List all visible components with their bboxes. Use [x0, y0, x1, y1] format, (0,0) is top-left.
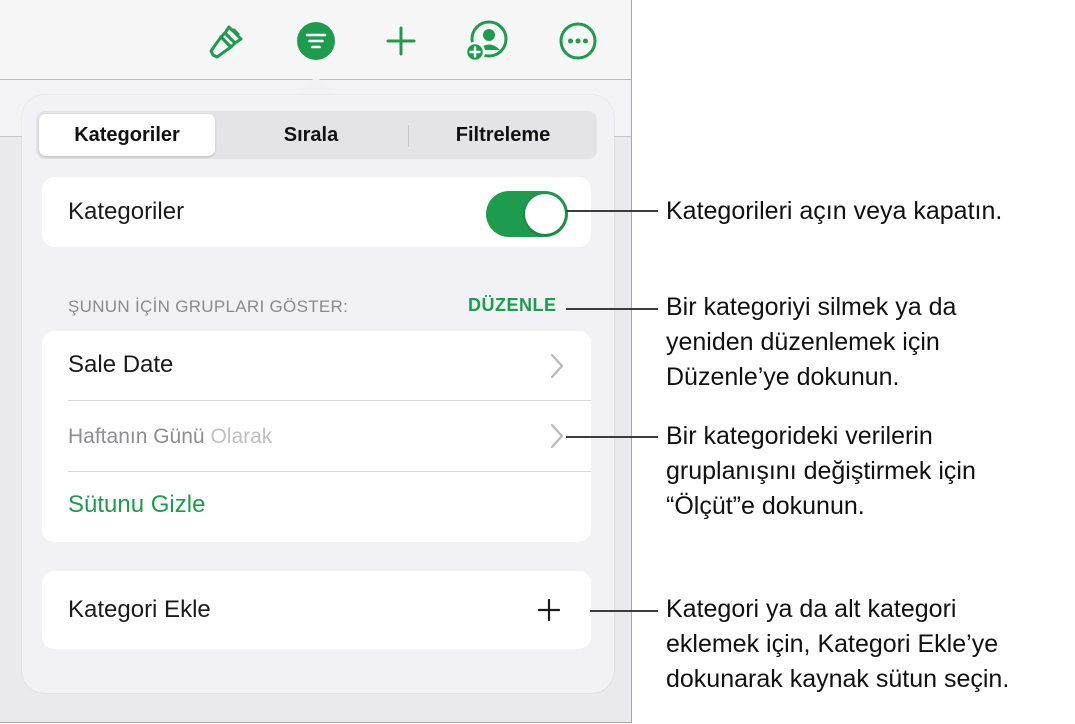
chevron-right-icon — [550, 353, 564, 379]
plus-icon — [386, 26, 416, 56]
organize-button[interactable] — [292, 17, 340, 65]
tab-sort[interactable]: Sırala — [218, 114, 404, 156]
popover-arrow — [296, 76, 336, 96]
tab-categories-label: Kategoriler — [74, 123, 180, 146]
more-icon — [559, 22, 597, 60]
tab-filter-label: Filtreleme — [455, 123, 551, 146]
callout-text-line: Bir kategoriyi silmek ya da — [666, 293, 957, 321]
group-card: Sale Date Haftanın Günü Olarak Sütunu Gi… — [42, 331, 591, 542]
collaborate-button[interactable] — [463, 17, 511, 65]
tab-segmented-control: Kategoriler Sırala Filtreleme — [36, 111, 597, 159]
edit-button[interactable]: DÜZENLE — [468, 295, 557, 316]
categories-toggle-label: Kategoriler — [68, 198, 185, 225]
add-icon — [538, 599, 560, 621]
callout-text-line: “Ölçüt”e dokunun. — [666, 492, 865, 520]
callout-text-line: Kategori ya da alt kategori — [666, 595, 957, 623]
toolbar — [0, 0, 631, 80]
callout-text-line: yeniden düzenlemek için — [666, 328, 940, 356]
callout-grouping: Bir kategorideki verilerin gruplanışını … — [666, 419, 976, 524]
callout-add: Kategori ya da alt kategori eklemek için… — [666, 592, 1009, 697]
more-button[interactable] — [554, 17, 602, 65]
tab-categories[interactable]: Kategoriler — [39, 114, 215, 156]
insert-button[interactable] — [377, 17, 425, 65]
add-category-label: Kategori Ekle — [68, 596, 211, 623]
format-button[interactable] — [203, 17, 251, 65]
segment-divider — [408, 125, 409, 147]
hide-column-button[interactable]: Sütunu Gizle — [68, 491, 205, 519]
tab-filter[interactable]: Filtreleme — [410, 114, 596, 156]
add-category-card[interactable]: Kategori Ekle — [42, 571, 591, 649]
toggle-knob — [525, 194, 565, 234]
category-column-name: Sale Date — [68, 351, 174, 378]
callout-edit: Bir kategoriyi silmek ya da yeniden düze… — [666, 290, 956, 395]
group-by-value: Haftanın Günü — [68, 425, 205, 448]
callout-toggle: Kategorileri açın veya kapatın. — [666, 194, 1002, 229]
categories-toggle-card: Kategoriler — [42, 177, 591, 247]
callout-line-edit — [566, 308, 658, 310]
organize-popover: Kategoriler Sırala Filtreleme Kategorile… — [22, 95, 614, 693]
tab-sort-label: Sırala — [283, 123, 339, 146]
group-by-suffix: Olarak — [210, 425, 273, 448]
callout-line-grouping — [566, 436, 658, 438]
chevron-right-icon — [550, 423, 564, 449]
organize-icon — [297, 22, 335, 60]
categories-toggle[interactable] — [486, 191, 568, 237]
collaborate-icon — [465, 20, 508, 63]
row-separator — [68, 471, 591, 472]
ipad-screen: Kategoriler Sırala Filtreleme Kategorile… — [0, 0, 632, 723]
group-by-row[interactable]: Haftanın Günü Olarak — [42, 401, 591, 471]
callout-text-line: Kategorileri açın veya kapatın. — [666, 197, 1003, 225]
callout-text-line: gruplanışını değiştirmek için — [666, 457, 976, 485]
callout-text-line: dokunarak kaynak sütun seçin. — [666, 665, 1010, 693]
section-header: ŞUNUN İÇİN GRUPLARI GÖSTER: — [68, 297, 349, 316]
callout-text-line: eklemek için, Kategori Ekle’ye — [666, 630, 999, 658]
callout-line-add — [590, 610, 658, 612]
category-row-sale-date[interactable]: Sale Date — [42, 331, 591, 400]
group-by-label: Haftanın Günü Olarak — [68, 425, 272, 449]
callout-line-toggle — [566, 210, 658, 212]
callout-text-line: Bir kategorideki verilerin — [666, 422, 933, 450]
callout-text-line: Düzenle’ye dokunun. — [666, 363, 900, 391]
paintbrush-icon — [209, 25, 243, 59]
